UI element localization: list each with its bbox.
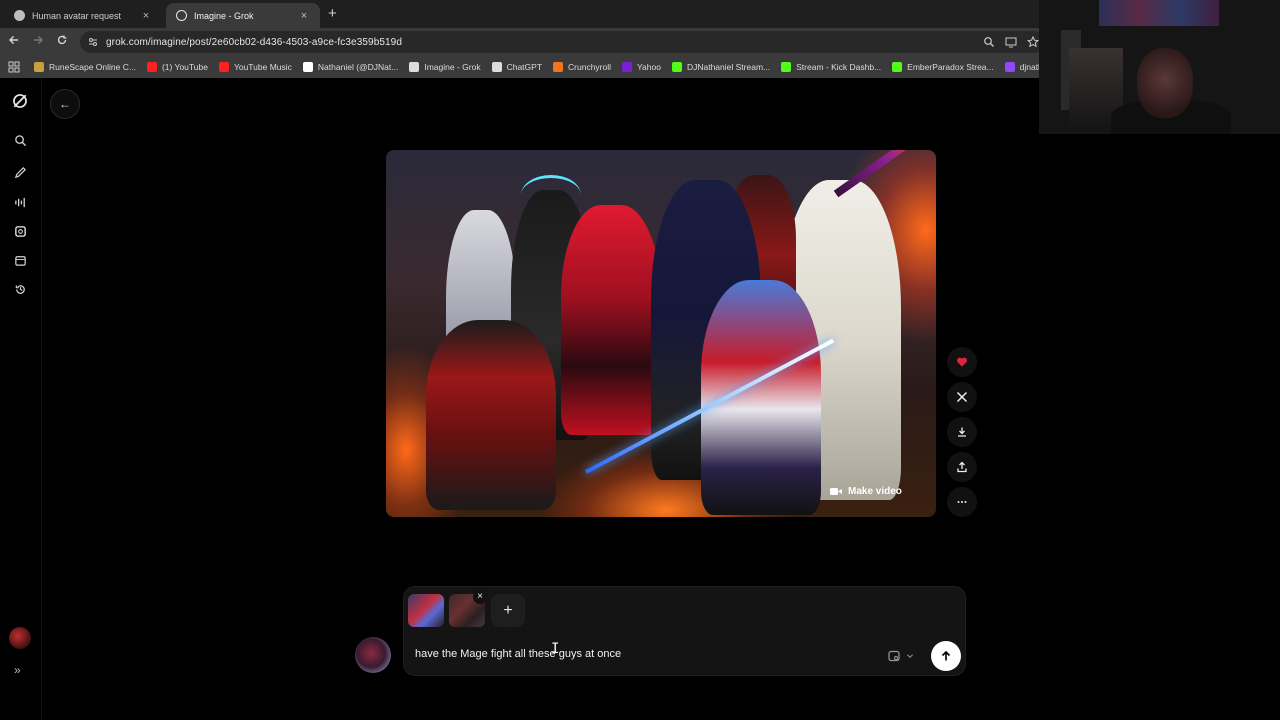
bookmark-label: Stream - Kick Dashb... [796, 62, 882, 72]
apps-grid-icon[interactable] [8, 61, 20, 73]
prompt-input[interactable]: have the Mage fight all these guys at on… [415, 648, 621, 660]
projects-icon[interactable] [11, 251, 29, 269]
bookmark-label: RuneScape Online C... [49, 62, 136, 72]
bookmark-label: ChatGPT [506, 62, 543, 72]
make-video-label: Make video [848, 485, 902, 497]
text-cursor-icon: I [551, 641, 560, 657]
bookmark-label: (1) YouTube [161, 62, 208, 72]
add-attachment-button[interactable]: + [491, 594, 525, 627]
share-icon [957, 461, 967, 473]
video-camera-icon [830, 487, 842, 495]
bookmark-favicon-icon [671, 62, 682, 72]
figure-red-hair-girl [561, 205, 661, 435]
figure-gas-mask-soldier [426, 320, 556, 510]
forward-arrow-icon[interactable] [30, 34, 46, 50]
bookmark-label: Nathaniel (@DJNat... [317, 62, 399, 72]
reload-icon[interactable] [54, 34, 70, 50]
back-arrow-icon[interactable] [6, 34, 22, 50]
bookmark-item[interactable]: RuneScape Online C... [34, 62, 136, 72]
bookmark-label: Yahoo [637, 62, 661, 72]
grok-icon [176, 10, 187, 21]
bookmark-item[interactable]: Nathaniel (@DJNat... [302, 62, 399, 72]
history-icon[interactable] [11, 280, 29, 298]
bookmark-favicon-icon [409, 62, 420, 72]
cast-icon[interactable] [1005, 35, 1017, 48]
share-button[interactable] [947, 452, 977, 482]
figure-glowing-ears [521, 175, 581, 215]
url-bar[interactable]: grok.com/imagine/post/2e60cb02-d436-4503… [80, 31, 1045, 53]
app-sidebar: » [0, 78, 42, 720]
tab-title: Imagine - Grok [194, 10, 254, 21]
chevron-down-icon [906, 654, 914, 659]
more-icon [957, 501, 967, 503]
x-share-icon [956, 391, 968, 403]
bookmark-favicon-icon [302, 62, 313, 72]
image-mode-icon [888, 650, 900, 662]
user-avatar [355, 637, 391, 673]
webcam-overlay [1039, 0, 1280, 134]
url-text: grok.com/imagine/post/2e60cb02-d436-4503… [106, 36, 402, 48]
mode-select-button[interactable] [881, 645, 921, 667]
like-button[interactable] [947, 347, 977, 377]
tab-close-button[interactable]: × [298, 10, 310, 22]
bookmark-favicon-icon [1004, 62, 1015, 72]
bookmark-favicon-icon [34, 62, 44, 72]
bookmark-favicon-icon [146, 62, 157, 72]
remove-attachment-button[interactable]: × [473, 590, 487, 604]
make-video-button[interactable]: Make video [830, 481, 902, 501]
tab-imagine-grok[interactable]: Imagine - Grok × [166, 3, 320, 28]
bookmark-item[interactable]: Crunchyroll [553, 62, 611, 72]
imagine-icon[interactable] [11, 222, 29, 240]
bookmark-item[interactable]: (1) YouTube [146, 62, 208, 72]
back-button[interactable]: ← [50, 89, 80, 119]
bookmark-favicon-icon [892, 62, 903, 72]
bookmark-favicon-icon [553, 62, 564, 72]
tab-title: Human avatar request [32, 10, 122, 21]
more-options-button[interactable] [947, 487, 977, 517]
site-info-icon[interactable] [88, 37, 98, 47]
bookmark-item[interactable]: Stream - Kick Dashb... [781, 62, 881, 72]
chatgpt-icon [14, 10, 25, 21]
bookmark-favicon-icon [622, 62, 633, 72]
grok-logo-icon[interactable] [11, 92, 29, 110]
bookmark-favicon-icon [218, 62, 229, 72]
bookmark-item[interactable]: EmberParadox Strea... [892, 62, 994, 72]
voice-icon[interactable] [11, 193, 29, 211]
arrow-up-icon [941, 650, 951, 661]
heart-icon [956, 357, 968, 367]
bookmark-item[interactable]: ChatGPT [491, 62, 543, 72]
zoom-icon[interactable] [983, 35, 995, 47]
bookmark-label: EmberParadox Strea... [907, 62, 994, 72]
send-button[interactable] [931, 641, 961, 671]
bookmark-star-icon[interactable] [1026, 35, 1040, 48]
bookmark-item[interactable]: DJNathaniel Stream... [671, 62, 771, 72]
bookmark-label: Imagine - Grok [424, 62, 481, 72]
prompt-composer: × + have the Mage fight all these guys a… [403, 586, 966, 676]
generated-image[interactable] [386, 150, 936, 517]
profile-avatar[interactable] [9, 627, 31, 649]
download-icon [958, 427, 966, 437]
attachment-thumbnail[interactable] [408, 594, 444, 627]
bookmark-favicon-icon [491, 62, 502, 72]
webcam-background [1099, 0, 1219, 26]
download-button[interactable] [947, 417, 977, 447]
bookmark-item[interactable]: YouTube Music [218, 62, 292, 72]
bookmark-label: DJNathaniel Stream... [686, 62, 771, 72]
webcam-person-face [1137, 48, 1193, 118]
share-to-x-button[interactable] [947, 382, 977, 412]
tab-human-avatar-request[interactable]: Human avatar request × [4, 3, 162, 28]
new-tab-button[interactable]: + [328, 5, 337, 22]
bookmark-item[interactable]: Imagine - Grok [409, 62, 481, 72]
bookmark-label: YouTube Music [233, 62, 292, 72]
bookmark-favicon-icon [781, 62, 792, 72]
search-icon[interactable] [11, 131, 29, 149]
edit-icon[interactable] [11, 163, 29, 181]
bookmark-label: Crunchyroll [568, 62, 612, 72]
bookmark-item[interactable]: Yahoo [622, 62, 661, 72]
tab-close-button[interactable]: × [140, 10, 152, 22]
expand-sidebar-icon[interactable]: » [14, 663, 21, 677]
